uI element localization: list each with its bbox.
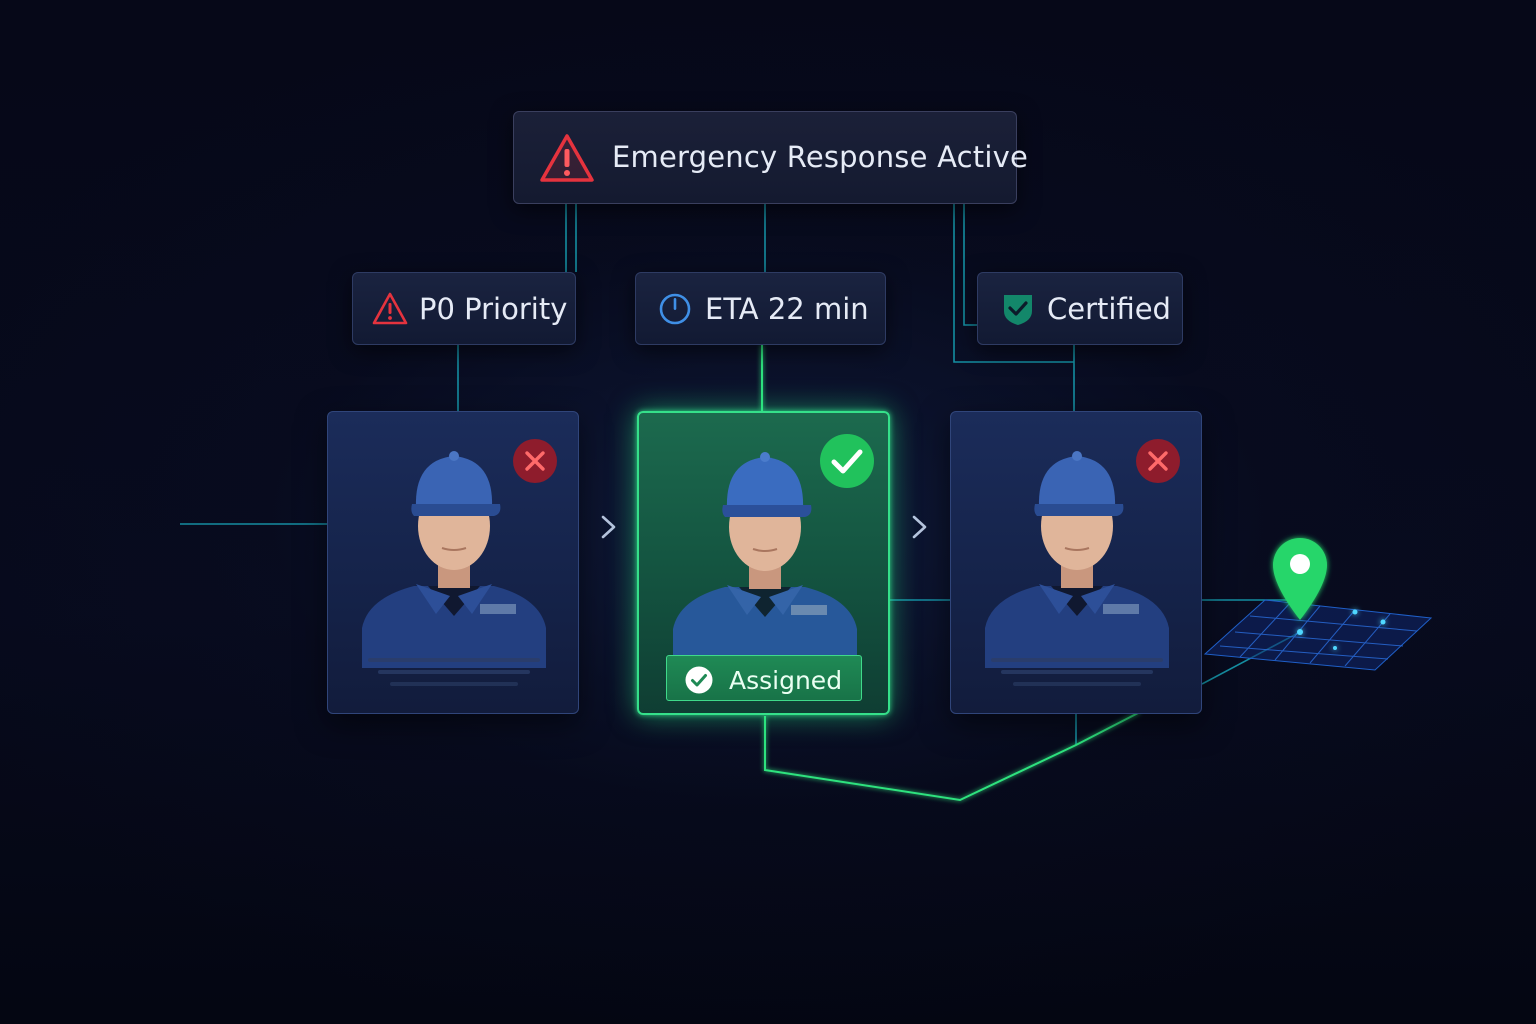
certified-label: Certified xyxy=(1047,292,1171,326)
assigned-status-chip: Assigned xyxy=(666,655,862,701)
technician-card[interactable] xyxy=(327,411,579,714)
check-circle-icon xyxy=(685,666,713,694)
eta-tag: ETA 22 min xyxy=(635,272,886,345)
chevron-right-icon xyxy=(601,515,616,539)
banner-label: Emergency Response Active xyxy=(612,140,1028,174)
shield-check-icon xyxy=(1004,295,1032,325)
placeholder-text-lines xyxy=(991,658,1163,686)
clock-icon xyxy=(659,293,691,325)
priority-tag: P0 Priority xyxy=(352,272,576,345)
warning-triangle-icon xyxy=(540,134,594,182)
x-circle-icon xyxy=(1136,439,1180,483)
chevron-right-icon xyxy=(912,515,927,539)
certified-tag: Certified xyxy=(977,272,1183,345)
emergency-banner: Emergency Response Active xyxy=(513,111,1028,204)
check-circle-icon xyxy=(820,434,874,488)
priority-label: P0 Priority xyxy=(419,292,568,326)
warning-triangle-icon xyxy=(372,292,408,325)
dispatch-diagram: Emergency Response Active P0 Priority ET… xyxy=(0,0,1536,1024)
eta-label: ETA 22 min xyxy=(705,292,869,326)
technician-card[interactable] xyxy=(950,411,1202,714)
assigned-label: Assigned xyxy=(729,666,843,695)
technician-card-assigned[interactable]: Assigned xyxy=(637,411,890,715)
location-map xyxy=(1203,538,1433,671)
x-circle-icon xyxy=(513,439,557,483)
placeholder-text-lines xyxy=(368,658,540,686)
